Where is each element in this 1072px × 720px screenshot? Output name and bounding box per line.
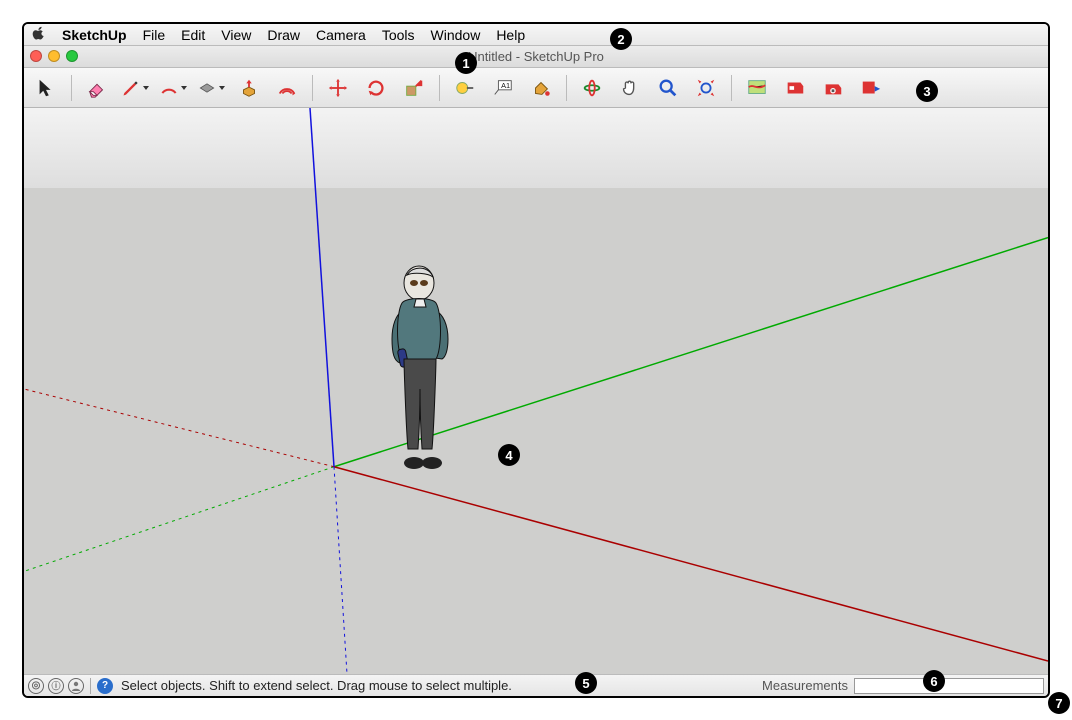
pushpull-tool[interactable] (235, 74, 263, 102)
axes-icon (24, 108, 1048, 674)
minimize-window-button[interactable] (48, 50, 60, 62)
callout-3: 3 (916, 80, 938, 102)
pencil-dropdown-icon[interactable] (143, 86, 149, 90)
orbit-tool[interactable] (578, 74, 606, 102)
tapemeasure-tool[interactable] (451, 74, 479, 102)
toolbar: A1 (24, 68, 1048, 108)
status-hint: Select objects. Shift to extend select. … (121, 678, 758, 693)
callout-5: 5 (575, 672, 597, 694)
signin-status-icon[interactable] (68, 678, 84, 694)
toolbar-separator (71, 75, 72, 101)
viewport[interactable] (24, 108, 1048, 674)
measurements-label: Measurements (762, 678, 848, 693)
share-model-tool[interactable] (857, 74, 885, 102)
menu-tools[interactable]: Tools (382, 27, 415, 43)
titlebar: Untitled - SketchUp Pro (24, 46, 1048, 68)
eraser-tool[interactable] (83, 74, 111, 102)
toolbar-separator (731, 75, 732, 101)
svg-text:A1: A1 (501, 81, 510, 90)
menu-edit[interactable]: Edit (181, 27, 205, 43)
get-models-tool[interactable] (781, 74, 809, 102)
menu-view[interactable]: View (221, 27, 251, 43)
help-status-icon[interactable]: ? (97, 678, 113, 694)
arc-dropdown-icon[interactable] (181, 86, 187, 90)
add-location-tool[interactable] (743, 74, 771, 102)
apple-icon[interactable] (32, 26, 46, 43)
rectangle-tool[interactable] (197, 74, 225, 102)
select-tool[interactable] (32, 74, 60, 102)
offset-tool[interactable] (273, 74, 301, 102)
arc-tool[interactable] (159, 74, 187, 102)
callout-4: 4 (498, 444, 520, 466)
toolbar-separator (566, 75, 567, 101)
rotate-tool[interactable] (362, 74, 390, 102)
window-title: Untitled - SketchUp Pro (468, 49, 604, 64)
measurements-input[interactable] (854, 678, 1044, 694)
text-tool[interactable]: A1 (489, 74, 517, 102)
pan-tool[interactable] (616, 74, 644, 102)
callout-1: 1 (455, 52, 477, 74)
scale-figure[interactable] (372, 263, 472, 473)
callout-6: 6 (923, 670, 945, 692)
paintbucket-tool[interactable] (527, 74, 555, 102)
toolbar-separator (312, 75, 313, 101)
move-tool[interactable] (324, 74, 352, 102)
close-window-button[interactable] (30, 50, 42, 62)
menu-help[interactable]: Help (496, 27, 525, 43)
menu-camera[interactable]: Camera (316, 27, 366, 43)
zoom-tool[interactable] (654, 74, 682, 102)
menu-file[interactable]: File (143, 27, 166, 43)
geolocation-status-icon[interactable]: ◎ (28, 678, 44, 694)
menu-window[interactable]: Window (431, 27, 481, 43)
toolbar-separator (439, 75, 440, 101)
zoom-extents-tool[interactable] (692, 74, 720, 102)
callout-7: 7 (1048, 692, 1070, 714)
zoom-window-button[interactable] (66, 50, 78, 62)
menu-app[interactable]: SketchUp (62, 27, 127, 43)
rectangle-dropdown-icon[interactable] (219, 86, 225, 90)
menubar: SketchUp File Edit View Draw Camera Tool… (24, 24, 1048, 46)
callout-2: 2 (610, 28, 632, 50)
credits-status-icon[interactable]: ⓘ (48, 678, 64, 694)
window-controls (30, 50, 78, 62)
menu-draw[interactable]: Draw (267, 27, 300, 43)
status-separator (90, 678, 91, 694)
extension-warehouse-tool[interactable] (819, 74, 847, 102)
scale-tool[interactable] (400, 74, 428, 102)
statusbar: ◎ ⓘ ? Select objects. Shift to extend se… (24, 674, 1048, 696)
pencil-tool[interactable] (121, 74, 149, 102)
